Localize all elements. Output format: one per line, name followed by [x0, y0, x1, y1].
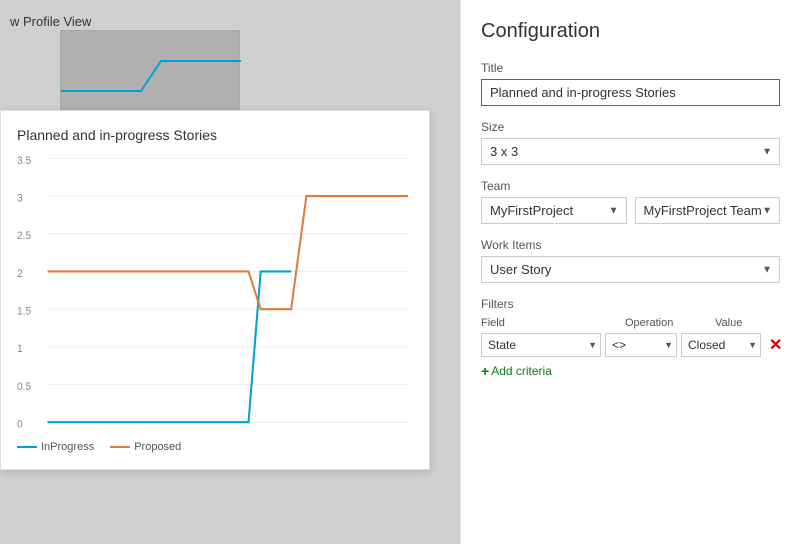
svg-text:10: 10 — [93, 432, 103, 433]
svg-text:30: 30 — [377, 432, 387, 433]
filter-field-wrapper: State Title Priority ▼ — [481, 333, 601, 357]
svg-text:31: 31 — [42, 432, 52, 433]
legend-inprogress: InProgress — [17, 441, 94, 453]
work-items-select[interactable]: User Story Bug Task Feature — [481, 256, 780, 283]
delete-filter-button[interactable]: ✕ — [765, 335, 786, 355]
team-row: MyFirstProject ▼ MyFirstProject Team ▼ — [481, 197, 780, 224]
filter-field-select[interactable]: State Title Priority — [481, 333, 601, 357]
svg-text:0.5: 0.5 — [17, 382, 31, 393]
add-criteria-label: Add criteria — [491, 364, 552, 378]
title-group: Title — [481, 61, 780, 106]
work-items-select-wrapper: User Story Bug Task Feature ▼ — [481, 256, 780, 283]
svg-text:20: 20 — [294, 432, 304, 433]
chart-legend: InProgress Proposed — [17, 441, 413, 453]
svg-text:2.5: 2.5 — [17, 231, 31, 242]
filter-val-wrapper: Closed Active Resolved New ▼ — [681, 333, 761, 357]
size-select-wrapper: 3 x 3 1 x 1 2 x 2 4 x 4 ▼ — [481, 138, 780, 165]
team-name-wrapper: MyFirstProject Team ▼ — [635, 197, 781, 224]
filters-section: Filters Field Operation Value State Titl… — [481, 297, 780, 379]
filter-op-wrapper: <> = > < ▼ — [605, 333, 677, 357]
filter-val-header: Value — [711, 317, 780, 329]
right-panel: Configuration Title Size 3 x 3 1 x 1 2 x… — [460, 0, 800, 544]
filter-field-header: Field — [481, 317, 621, 329]
team-project-wrapper: MyFirstProject ▼ — [481, 197, 627, 224]
size-group: Size 3 x 3 1 x 1 2 x 2 4 x 4 ▼ — [481, 120, 780, 165]
svg-text:3.5: 3.5 — [17, 156, 31, 167]
svg-text:10: 10 — [243, 432, 253, 433]
size-select[interactable]: 3 x 3 1 x 1 2 x 2 4 x 4 — [481, 138, 780, 165]
team-label: Team — [481, 179, 780, 193]
legend-proposed: Proposed — [110, 441, 181, 453]
svg-text:0: 0 — [17, 419, 23, 430]
svg-text:3: 3 — [17, 193, 23, 204]
chart-area: 0 0.5 1 1.5 2 2.5 3 3.5 31 Aug — [17, 153, 413, 433]
team-name-select[interactable]: MyFirstProject Team — [635, 197, 781, 224]
add-criteria-button[interactable]: + Add criteria — [481, 363, 552, 379]
svg-text:1.5: 1.5 — [17, 306, 31, 317]
svg-text:2: 2 — [17, 269, 23, 280]
legend-label-inprogress: InProgress — [41, 441, 94, 453]
title-label: Title — [481, 61, 780, 75]
filter-op-select[interactable]: <> = > < — [605, 333, 677, 357]
left-panel: w Profile View Planned and in-progress S… — [0, 0, 460, 544]
title-input[interactable] — [481, 79, 780, 106]
add-criteria-plus-icon: + — [481, 363, 489, 379]
filter-row: State Title Priority ▼ <> = > < ▼ Closed — [481, 333, 780, 357]
team-group: Team MyFirstProject ▼ MyFirstProject Tea… — [481, 179, 780, 224]
legend-label-proposed: Proposed — [134, 441, 181, 453]
team-project-select[interactable]: MyFirstProject — [481, 197, 627, 224]
filters-label: Filters — [481, 297, 780, 311]
svg-text:30: 30 — [193, 432, 203, 433]
filter-value-select[interactable]: Closed Active Resolved New — [681, 333, 761, 357]
bg-chart-preview — [60, 30, 240, 110]
legend-line-proposed — [110, 446, 130, 448]
svg-text:1: 1 — [17, 344, 23, 355]
legend-line-inprogress — [17, 446, 37, 448]
work-items-label: Work Items — [481, 238, 780, 252]
work-items-group: Work Items User Story Bug Task Feature ▼ — [481, 238, 780, 283]
chart-card: Planned and in-progress Stories 0 0.5 1 … — [0, 110, 430, 470]
config-heading: Configuration — [481, 20, 780, 43]
filter-op-header: Operation — [621, 317, 711, 329]
profile-view-label: w Profile View — [10, 14, 91, 29]
size-label: Size — [481, 120, 780, 134]
svg-text:20: 20 — [142, 432, 152, 433]
chart-title: Planned and in-progress Stories — [17, 127, 413, 143]
filter-headers: Field Operation Value — [481, 317, 780, 329]
